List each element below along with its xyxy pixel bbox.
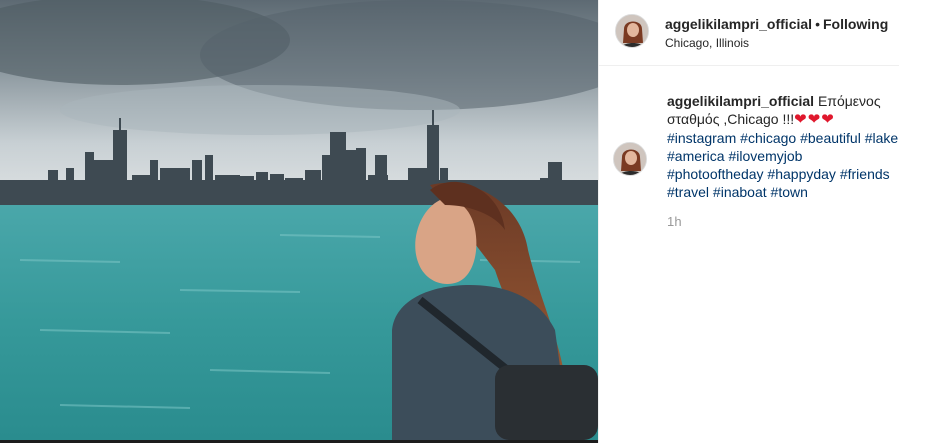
separator-dot: •	[815, 16, 820, 32]
caption-text-line1: Επόμενος	[817, 93, 881, 109]
post-timestamp[interactable]: 1h	[667, 214, 682, 229]
location-link[interactable]: Chicago, Illinois	[665, 35, 888, 51]
post-header: aggelikilampri_official • Following Chicag…	[599, 0, 899, 66]
post-caption: aggelikilampri_official Επόμενος σταθμός…	[667, 92, 917, 201]
hashtag-link[interactable]: #friends	[840, 166, 890, 182]
post-side-panel: aggelikilampri_official • Following Chicag…	[598, 0, 934, 443]
caption-text-line2: σταθμός ,Chicago !!!	[667, 111, 795, 127]
username-link[interactable]: aggelikilampri_official	[665, 16, 812, 32]
hashtag-list: #instagram #chicago #beautiful #lake #am…	[667, 129, 917, 201]
post-photo[interactable]	[0, 0, 598, 440]
avatar-portrait-icon	[616, 15, 648, 47]
heart-emoji-icon: ❤❤❤	[794, 111, 835, 128]
hashtag-link[interactable]: #ilovemyjob	[728, 148, 802, 164]
hashtag-link[interactable]: #happyday	[767, 166, 836, 182]
hashtag-link[interactable]: #photooftheday	[667, 166, 764, 182]
hashtag-link[interactable]: #travel	[667, 184, 709, 200]
caption-avatar[interactable]	[613, 142, 647, 176]
hashtag-link[interactable]: #america	[667, 148, 725, 164]
following-button[interactable]: Following	[823, 16, 888, 32]
avatar-portrait-icon	[614, 143, 646, 175]
caption-username-link[interactable]: aggelikilampri_official	[667, 93, 814, 109]
hashtag-link[interactable]: #beautiful	[800, 130, 861, 146]
hashtag-link[interactable]: #lake	[865, 130, 898, 146]
hashtag-link[interactable]: #town	[771, 184, 808, 200]
hashtag-link[interactable]: #inaboat	[713, 184, 767, 200]
hashtag-link[interactable]: #instagram	[667, 130, 736, 146]
hashtag-link[interactable]: #chicago	[740, 130, 796, 146]
photo-skyline-scene	[0, 0, 598, 440]
avatar[interactable]	[615, 14, 649, 48]
